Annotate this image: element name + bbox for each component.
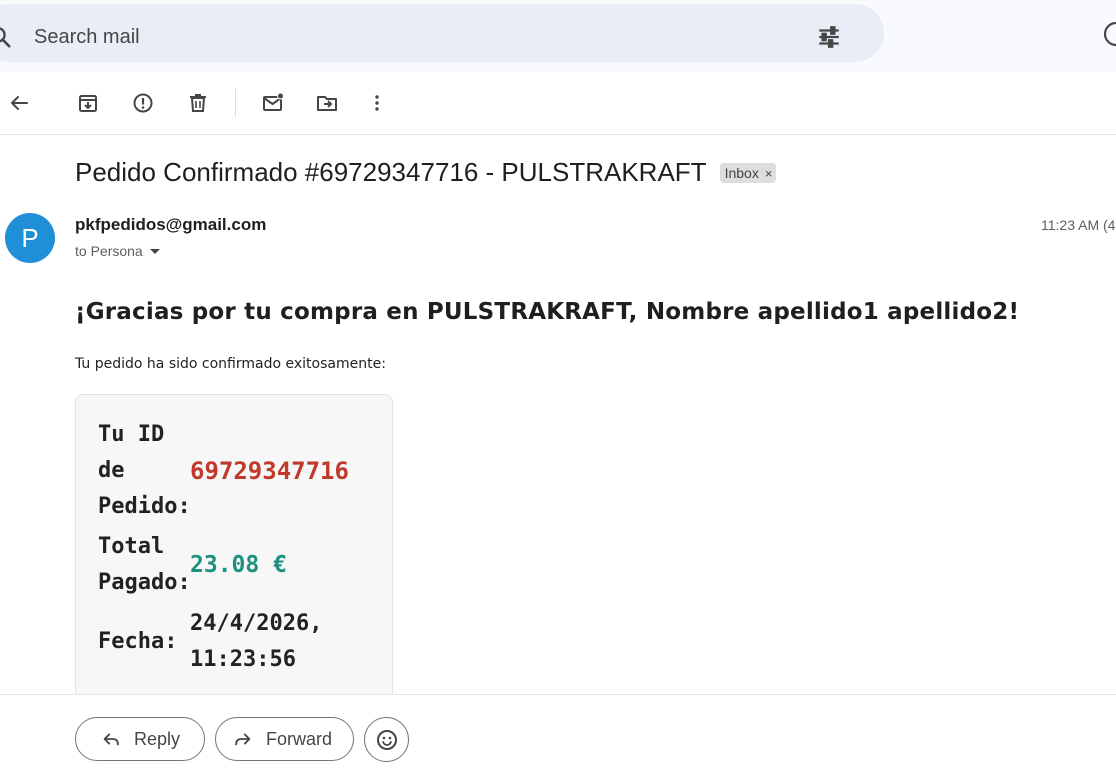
- forward-button[interactable]: Forward: [215, 717, 354, 761]
- reply-label: Reply: [134, 728, 181, 749]
- confirm-text: Tu pedido ha sido confirmado exitosament…: [75, 356, 386, 372]
- order-summary-card: Tu ID de Pedido: 69729347716 Total Pagad…: [75, 394, 393, 704]
- search-bar[interactable]: [0, 4, 884, 62]
- smiley-icon: [376, 729, 397, 750]
- reply-button[interactable]: Reply: [75, 717, 205, 761]
- help-icon[interactable]: [1102, 20, 1116, 48]
- more-icon[interactable]: [365, 91, 389, 115]
- date-label: Fecha:: [98, 629, 178, 654]
- total-value: 23.08 €: [190, 552, 287, 578]
- delete-icon[interactable]: [186, 91, 210, 115]
- sender-email[interactable]: pkfpedidos@gmail.com: [75, 215, 266, 235]
- order-id-label-line1: Tu ID: [98, 422, 165, 447]
- reply-icon: [103, 733, 119, 746]
- inbox-label[interactable]: Inbox ×: [719, 163, 777, 183]
- thanks-heading: ¡Gracias por tu compra en PULSTRAKRAFT, …: [75, 299, 1020, 325]
- message-toolbar: [0, 72, 1116, 135]
- search-icon[interactable]: [0, 24, 13, 50]
- recipient-label: to Persona: [75, 243, 143, 259]
- order-id-label-line3: Pedido:: [98, 494, 191, 519]
- archive-icon[interactable]: [76, 91, 100, 115]
- date-value-line1: 24/4/2026,: [190, 611, 323, 636]
- mark-unread-icon[interactable]: [261, 91, 285, 115]
- emoji-reaction-button[interactable]: [364, 717, 409, 762]
- chevron-down-icon[interactable]: [149, 248, 160, 254]
- move-to-icon[interactable]: [315, 91, 339, 115]
- avatar[interactable]: P: [5, 213, 55, 263]
- search-input[interactable]: [34, 24, 534, 50]
- top-bar: [0, 0, 1116, 72]
- order-id-label-line2: de: [98, 458, 125, 483]
- order-id-value: 69729347716: [190, 457, 349, 485]
- message-panel: Pedido Confirmado #69729347716 - PULSTRA…: [0, 72, 1116, 772]
- back-icon[interactable]: [7, 91, 31, 115]
- total-label-line1: Total: [98, 534, 165, 559]
- forward-label: Forward: [266, 728, 333, 749]
- toolbar-divider: [235, 89, 236, 117]
- inbox-label-text: Inbox: [724, 165, 759, 181]
- remove-label-icon[interactable]: ×: [765, 166, 773, 181]
- forward-icon: [235, 733, 251, 746]
- total-label-line2: Pagado:: [98, 570, 191, 595]
- search-options-icon[interactable]: [816, 24, 842, 50]
- recipient-details[interactable]: to Persona: [75, 243, 160, 259]
- email-timestamp: 11:23 AM (4: [1041, 217, 1116, 233]
- reply-bar: Reply Forward: [0, 694, 1116, 772]
- email-subject: Pedido Confirmado #69729347716 - PULSTRA…: [75, 156, 707, 187]
- subject-row: Pedido Confirmado #69729347716 - PULSTRA…: [75, 154, 777, 190]
- date-value-line2: 11:23:56: [190, 647, 296, 672]
- report-spam-icon[interactable]: [131, 91, 155, 115]
